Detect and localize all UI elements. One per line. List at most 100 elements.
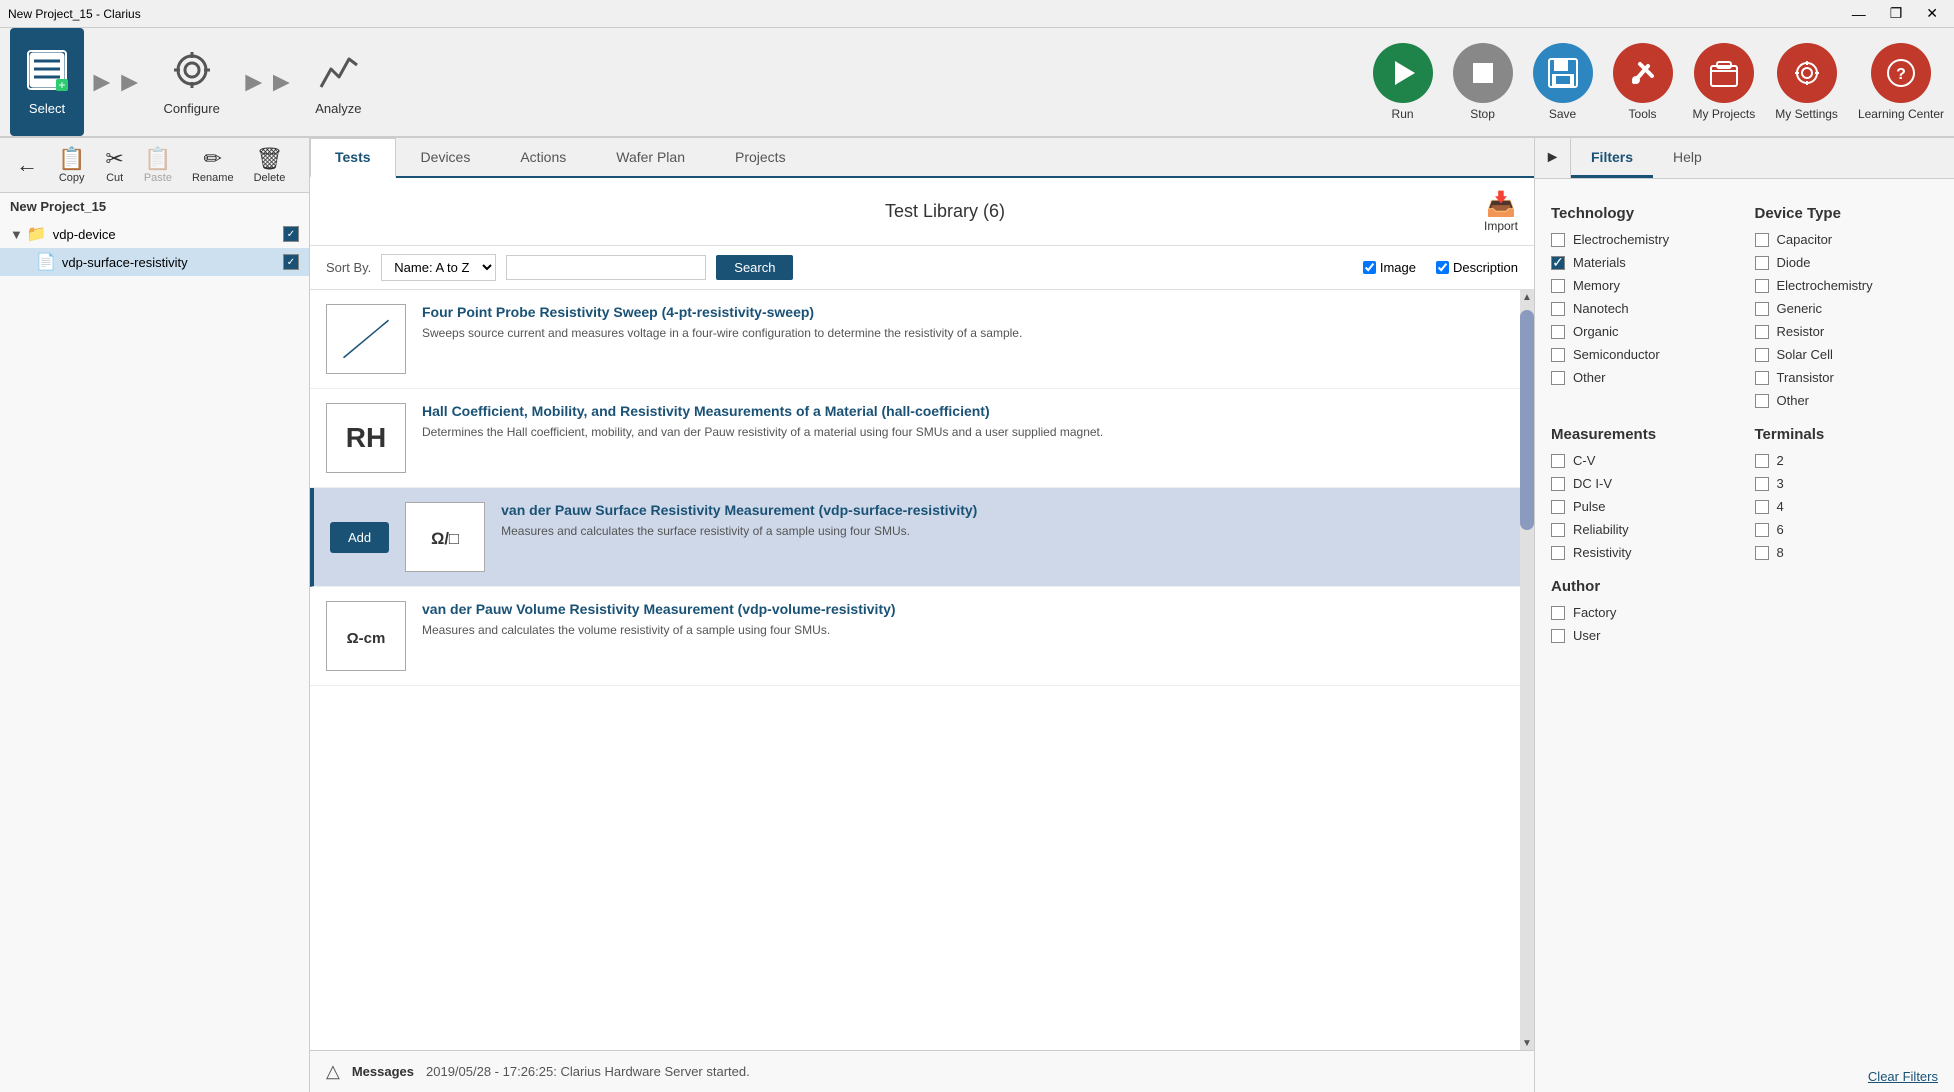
run-label: Run: [1392, 107, 1414, 121]
learningcenter-button[interactable]: ? Learning Center: [1858, 43, 1944, 121]
cut-button[interactable]: ✂ Cut: [97, 142, 131, 188]
tab-projects[interactable]: Projects: [710, 138, 811, 176]
filter-checkbox-generic[interactable]: [1755, 302, 1769, 316]
filter-row-electrochemistry-tech: Electrochemistry: [1551, 232, 1735, 247]
messages-expand-icon[interactable]: △: [326, 1061, 340, 1082]
minimize-button[interactable]: —: [1844, 5, 1874, 22]
myprojects-button[interactable]: My Projects: [1693, 43, 1756, 121]
test-item-four-point[interactable]: Four Point Probe Resistivity Sweep (4-pt…: [310, 290, 1534, 389]
filter-label-6: 6: [1777, 522, 1784, 537]
test-checkbox[interactable]: ✓: [283, 254, 299, 270]
filter-checkbox-user[interactable]: [1551, 629, 1565, 643]
save-button[interactable]: Save: [1533, 43, 1593, 121]
tab-waferplan[interactable]: Wafer Plan: [591, 138, 710, 176]
filter-checkbox-electrochemistry-dev[interactable]: [1755, 279, 1769, 293]
filter-checkbox-dciv[interactable]: [1551, 477, 1565, 491]
filter-checkbox-resistivity[interactable]: [1551, 546, 1565, 560]
filter-label-factory: Factory: [1573, 605, 1616, 620]
clear-filters-button[interactable]: Clear Filters: [1535, 1061, 1954, 1092]
test-item-vdp-volume[interactable]: Ω-cm van der Pauw Volume Resistivity Mea…: [310, 587, 1534, 686]
filter-checkbox-organic[interactable]: [1551, 325, 1565, 339]
filter-label-4: 4: [1777, 499, 1784, 514]
filter-checkbox-2[interactable]: [1755, 454, 1769, 468]
close-button[interactable]: ✕: [1918, 5, 1946, 22]
tab-help[interactable]: Help: [1653, 139, 1722, 178]
select-button[interactable]: + Select: [10, 28, 84, 136]
measurements-title: Measurements: [1551, 426, 1735, 443]
maximize-button[interactable]: ❐: [1882, 5, 1911, 22]
copy-button[interactable]: 📋 Copy: [50, 142, 93, 188]
tree-expand-icon: ▼: [10, 227, 23, 242]
filter-checkbox-3[interactable]: [1755, 477, 1769, 491]
filter-label-resistor: Resistor: [1777, 324, 1825, 339]
stop-button[interactable]: Stop: [1453, 43, 1513, 121]
mysettings-label: My Settings: [1775, 107, 1838, 121]
filter-checkbox-semiconductor[interactable]: [1551, 348, 1565, 362]
filter-checkbox-materials[interactable]: ✓: [1551, 256, 1565, 270]
filter-checkbox-diode[interactable]: [1755, 256, 1769, 270]
tab-devices[interactable]: Devices: [396, 138, 496, 176]
scrollbar-down-arrow[interactable]: ▼: [1520, 1036, 1534, 1050]
test-item-vdp-surface[interactable]: Add Ω/□ van der Pauw Surface Resistivity…: [310, 488, 1534, 587]
filter-label-electrochemistry-tech: Electrochemistry: [1573, 232, 1669, 247]
content-area: ← 📋 Copy ✂ Cut 📋 Paste ✏ Rename 🗑 Delete: [0, 138, 1954, 1092]
filter-checkbox-8[interactable]: [1755, 546, 1769, 560]
terminals-section: Terminals 2 3 4 6: [1755, 416, 1939, 568]
tab-tests[interactable]: Tests: [310, 138, 396, 178]
search-input[interactable]: [506, 255, 706, 280]
tab-filters[interactable]: Filters: [1571, 139, 1653, 178]
tools-button[interactable]: Tools: [1613, 43, 1673, 121]
sort-select[interactable]: Name: A to Z: [381, 254, 496, 281]
filter-checkbox-6[interactable]: [1755, 523, 1769, 537]
description-checkbox[interactable]: [1436, 261, 1449, 274]
filter-checkbox-factory[interactable]: [1551, 606, 1565, 620]
filter-checkbox-other-dev[interactable]: [1755, 394, 1769, 408]
image-checkbox[interactable]: [1363, 261, 1376, 274]
device-checkbox[interactable]: ✓: [283, 226, 299, 242]
configure-button[interactable]: Configure: [147, 28, 235, 136]
paste-button[interactable]: 📋 Paste: [136, 142, 180, 188]
filter-checkbox-4[interactable]: [1755, 500, 1769, 514]
search-button[interactable]: Search: [716, 255, 793, 280]
scrollbar-up-arrow[interactable]: ▲: [1520, 290, 1534, 304]
filter-label-other-tech: Other: [1573, 370, 1606, 385]
filter-checkbox-transistor[interactable]: [1755, 371, 1769, 385]
test-thumbnail-hall: RH: [326, 403, 406, 473]
tab-actions[interactable]: Actions: [495, 138, 591, 176]
scrollbar-thumb[interactable]: [1520, 310, 1534, 530]
test-item-hall[interactable]: RH Hall Coefficient, Mobility, and Resis…: [310, 389, 1534, 488]
filter-checkbox-solar-cell[interactable]: [1755, 348, 1769, 362]
filter-row-nanotech: Nanotech: [1551, 301, 1735, 316]
filter-checkbox-other-tech[interactable]: [1551, 371, 1565, 385]
filter-row-4: 4: [1755, 499, 1939, 514]
test-item[interactable]: 📄 vdp-surface-resistivity ✓: [0, 248, 309, 276]
filter-checkbox-reliability[interactable]: [1551, 523, 1565, 537]
add-button[interactable]: Add: [330, 522, 389, 553]
filter-checkbox-resistor[interactable]: [1755, 325, 1769, 339]
device-folder-icon: 📁: [27, 224, 47, 244]
filter-label-cv: C-V: [1573, 453, 1595, 468]
back-button[interactable]: ←: [8, 148, 46, 182]
delete-button[interactable]: 🗑 Delete: [246, 142, 294, 188]
panel-collapse-button[interactable]: ►: [1535, 138, 1571, 178]
filter-checkbox-nanotech[interactable]: [1551, 302, 1565, 316]
select-label: Select: [29, 101, 65, 116]
mysettings-button[interactable]: My Settings: [1775, 43, 1838, 121]
test-name-vdp-surface: van der Pauw Surface Resistivity Measure…: [501, 502, 1518, 518]
filter-label-generic: Generic: [1777, 301, 1823, 316]
filter-checkbox-cv[interactable]: [1551, 454, 1565, 468]
filter-checkbox-memory[interactable]: [1551, 279, 1565, 293]
run-button[interactable]: Run: [1373, 43, 1433, 121]
filter-checkbox-electrochemistry-tech[interactable]: [1551, 233, 1565, 247]
analyze-button[interactable]: Analyze: [299, 28, 377, 136]
import-button[interactable]: 📥 Import: [1484, 190, 1518, 233]
filter-checkbox-pulse[interactable]: [1551, 500, 1565, 514]
rename-button[interactable]: ✏ Rename: [184, 142, 242, 188]
library-area: Test Library (6) 📥 Import Sort By. Name:…: [310, 178, 1534, 1092]
description-checkbox-label: Description: [1436, 260, 1518, 275]
test-list: Four Point Probe Resistivity Sweep (4-pt…: [310, 290, 1534, 1050]
device-item[interactable]: ▼ 📁 vdp-device ✓: [0, 220, 309, 248]
test-info-vdp-surface: van der Pauw Surface Resistivity Measure…: [501, 502, 1518, 540]
scrollbar[interactable]: ▲ ▼: [1520, 290, 1534, 1050]
filter-checkbox-capacitor[interactable]: [1755, 233, 1769, 247]
